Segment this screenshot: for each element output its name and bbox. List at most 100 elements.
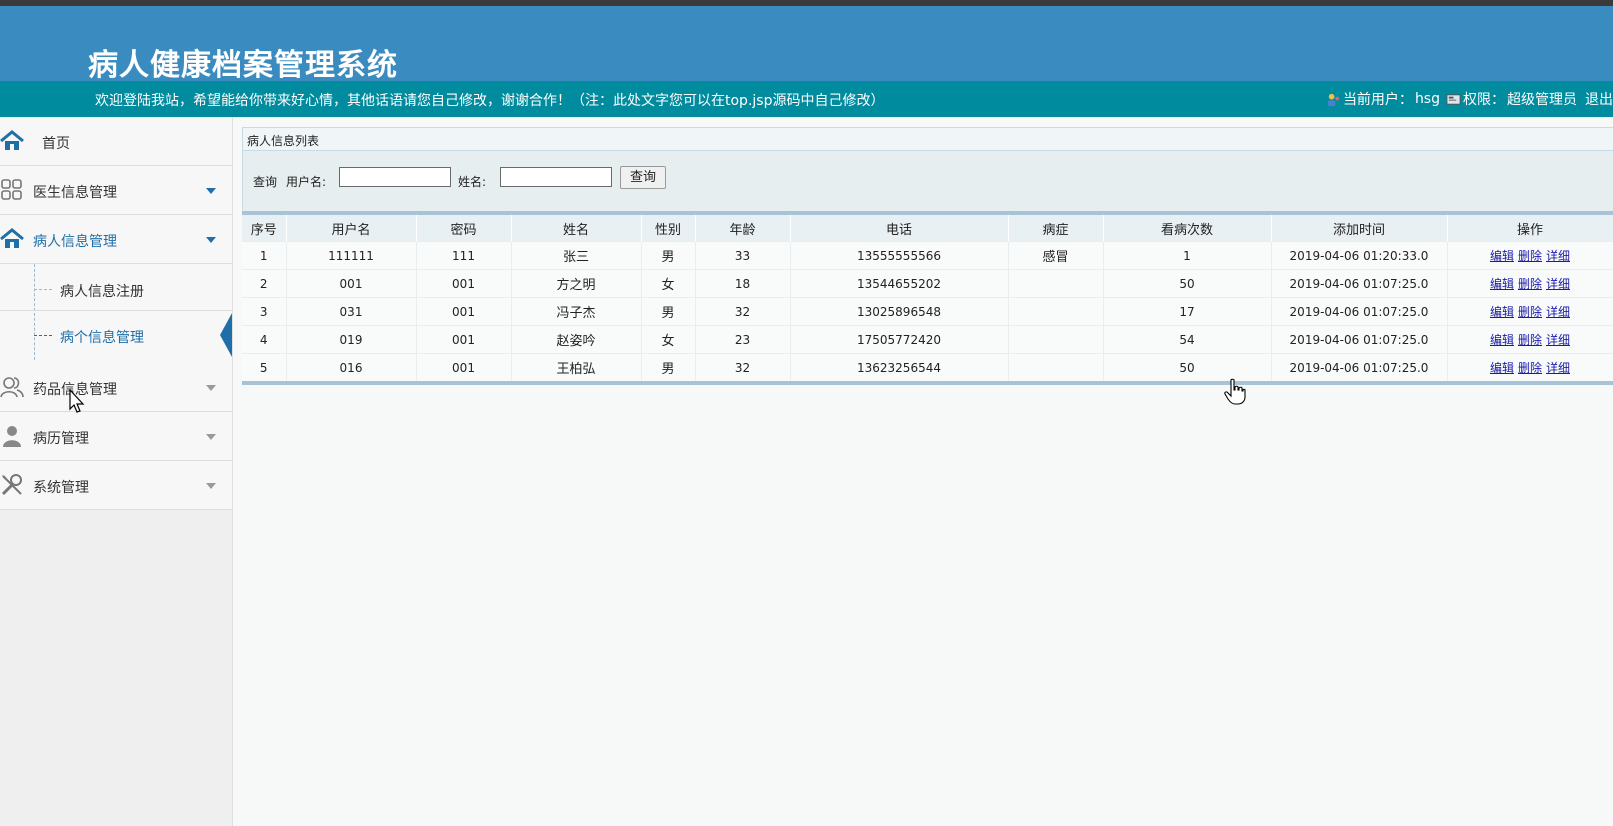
- detail-link[interactable]: 详细: [1546, 361, 1570, 375]
- cell-username: 016: [286, 353, 417, 381]
- table-row: 3 031 001 冯子杰 男 32 13025896548 17 2019-0…: [242, 297, 1613, 326]
- cell-added: 2019-04-06 01:20:33.0: [1271, 241, 1448, 270]
- delete-link[interactable]: 删除: [1518, 277, 1542, 291]
- chevron-down-icon: [206, 237, 216, 243]
- cell-added: 2019-04-06 01:07:25.0: [1271, 325, 1448, 354]
- detail-link[interactable]: 详细: [1546, 333, 1570, 347]
- home-icon: [0, 228, 24, 248]
- logout-link[interactable]: 退出: [1585, 89, 1613, 109]
- username-input[interactable]: [339, 167, 451, 187]
- delete-link[interactable]: 删除: [1518, 361, 1542, 375]
- column-header: 性别: [641, 215, 696, 242]
- cell-disease: [1008, 353, 1104, 381]
- page-header: 病人健康档案管理系统: [0, 6, 1613, 83]
- edit-link[interactable]: 编辑: [1490, 333, 1514, 347]
- tools-icon: [1, 474, 22, 496]
- submenu-divider: [0, 310, 232, 311]
- edit-link[interactable]: 编辑: [1490, 249, 1514, 263]
- cell-name: 方之明: [511, 269, 642, 298]
- table-header-row: 序号 用户名 密码 姓名 性别 年龄 电话 病症 看病次数 添加时间 操作: [242, 215, 1613, 242]
- cell-username: 001: [286, 269, 417, 298]
- sidebar-item-medicine[interactable]: 药品信息管理: [0, 363, 232, 412]
- cell-password: 001: [416, 325, 512, 354]
- cell-added: 2019-04-06 01:07:25.0: [1271, 297, 1448, 326]
- table-row: 4 019 001 赵姿吟 女 23 17505772420 54 2019-0…: [242, 325, 1613, 354]
- column-header: 看病次数: [1103, 215, 1272, 242]
- chevron-down-icon: [206, 385, 216, 391]
- delete-link[interactable]: 删除: [1518, 333, 1542, 347]
- system-title: 病人健康档案管理系统: [88, 48, 398, 83]
- welcome-bar: 欢迎登陆我站，希望能给你带来好心情，其他话语请您自己修改，谢谢合作！（注：此处文…: [0, 81, 1613, 117]
- cell-age: 18: [695, 269, 791, 298]
- column-header: 序号: [242, 215, 287, 242]
- cell-disease: [1008, 325, 1104, 354]
- sidebar-item-patient[interactable]: 病人信息管理: [0, 215, 232, 264]
- submenu-item-register[interactable]: 病人信息注册: [34, 266, 232, 312]
- chevron-down-icon: [206, 483, 216, 489]
- detail-link[interactable]: 详细: [1546, 305, 1570, 319]
- user-badge-icon: [1327, 93, 1340, 106]
- cell-age: 23: [695, 325, 791, 354]
- cell-actions: 编辑 删除 详细: [1447, 353, 1613, 381]
- cell-seq: 1: [242, 241, 287, 270]
- sidebar-item-home[interactable]: 首页: [0, 117, 232, 166]
- cell-password: 001: [416, 353, 512, 381]
- patient-table: 序号 用户名 密码 姓名 性别 年龄 电话 病症 看病次数 添加时间 操作 1 …: [242, 211, 1613, 385]
- detail-link[interactable]: 详细: [1546, 249, 1570, 263]
- submenu-item-label: 病个信息管理: [60, 330, 144, 346]
- permission-label: 权限：: [1463, 92, 1505, 108]
- cell-gender: 女: [641, 325, 696, 354]
- home-icon: [0, 130, 24, 150]
- cell-added: 2019-04-06 01:07:25.0: [1271, 269, 1448, 298]
- edit-link[interactable]: 编辑: [1490, 361, 1514, 375]
- cell-disease: [1008, 297, 1104, 326]
- edit-link[interactable]: 编辑: [1490, 305, 1514, 319]
- tree-dash: [34, 289, 52, 290]
- table-row: 1 111111 111 张三 男 33 13555555566 感冒 1 20…: [242, 241, 1613, 270]
- cell-visits: 54: [1103, 325, 1272, 354]
- delete-link[interactable]: 删除: [1518, 305, 1542, 319]
- cell-disease: [1008, 269, 1104, 298]
- cell-age: 33: [695, 241, 791, 270]
- sidebar-item-doctor[interactable]: 医生信息管理: [0, 166, 232, 215]
- sidebar: 首页 医生信息管理 病人信息管理 病人信息注册 病个信息管理 药品信息管理 病历…: [0, 117, 233, 826]
- detail-link[interactable]: 详细: [1546, 277, 1570, 291]
- chevron-down-icon: [206, 434, 216, 440]
- cell-seq: 5: [242, 353, 287, 381]
- active-pointer-icon: [220, 313, 232, 357]
- tree-dash: [34, 335, 52, 336]
- delete-link[interactable]: 删除: [1518, 249, 1542, 263]
- cell-phone: 13544655202: [790, 269, 1009, 298]
- permission-icon: [1446, 93, 1461, 105]
- name-input[interactable]: [500, 167, 612, 187]
- cell-age: 32: [695, 297, 791, 326]
- query-button[interactable]: 查询: [620, 166, 666, 189]
- cell-name: 冯子杰: [511, 297, 642, 326]
- cell-actions: 编辑 删除 详细: [1447, 297, 1613, 326]
- edit-link[interactable]: 编辑: [1490, 277, 1514, 291]
- welcome-message: 欢迎登陆我站，希望能给你带来好心情，其他话语请您自己修改，谢谢合作！（注：此处文…: [95, 93, 885, 109]
- hand-cursor-icon: [1224, 378, 1246, 405]
- column-header: 操作: [1447, 215, 1613, 242]
- chevron-down-icon: [206, 188, 216, 194]
- cell-actions: 编辑 删除 详细: [1447, 269, 1613, 298]
- cell-age: 32: [695, 353, 791, 381]
- cell-seq: 2: [242, 269, 287, 298]
- cell-gender: 女: [641, 269, 696, 298]
- column-header: 用户名: [286, 215, 417, 242]
- sidebar-item-records[interactable]: 病历管理: [0, 412, 232, 461]
- cell-password: 001: [416, 269, 512, 298]
- cell-password: 001: [416, 297, 512, 326]
- cell-gender: 男: [641, 297, 696, 326]
- submenu-item-manage[interactable]: 病个信息管理: [34, 312, 232, 358]
- username-label: 用户名:: [286, 175, 327, 189]
- cell-visits: 50: [1103, 353, 1272, 381]
- table-row: 2 001 001 方之明 女 18 13544655202 50 2019-0…: [242, 269, 1613, 298]
- cell-phone: 13025896548: [790, 297, 1009, 326]
- sidebar-item-system[interactable]: 系统管理: [0, 461, 232, 510]
- column-header: 病症: [1008, 215, 1104, 242]
- cell-seq: 3: [242, 297, 287, 326]
- column-header: 添加时间: [1271, 215, 1448, 242]
- name-label: 姓名:: [458, 175, 487, 189]
- cell-phone: 13623256544: [790, 353, 1009, 381]
